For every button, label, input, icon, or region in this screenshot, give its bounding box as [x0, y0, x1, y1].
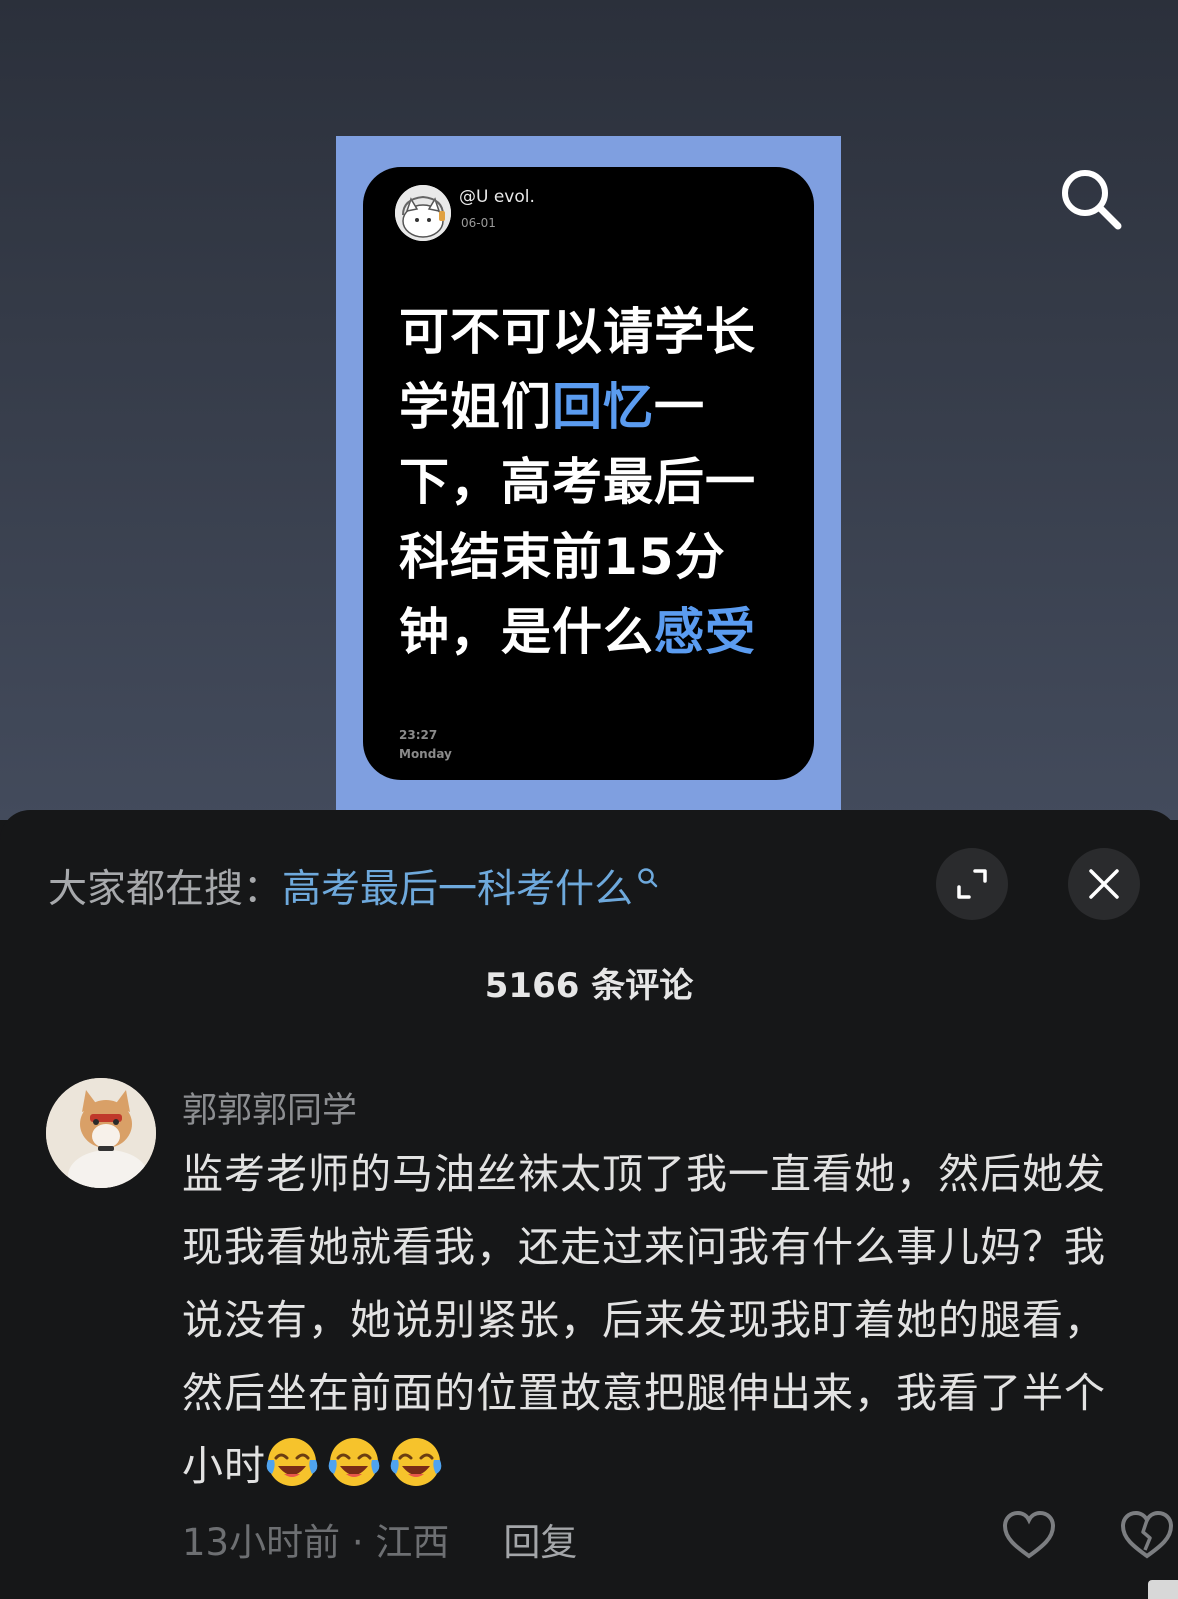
post-date: 06-01 [461, 216, 496, 230]
post-author-avatar [395, 185, 451, 241]
post-text-segment: 科结束前15分 [399, 528, 726, 586]
like-button[interactable] [1001, 1510, 1057, 1560]
comment-count: 5166 条评论 [484, 966, 694, 1006]
search-icon [1062, 170, 1122, 230]
comment-time-location: 13小时前 · 江西 [182, 1521, 450, 1564]
comment-meta: 13小时前 · 江西 回复 [182, 1512, 577, 1566]
close-icon [1089, 869, 1119, 899]
post-card: @U evol. 06-01 可不可以请学长 学姐们回忆一下，高考最后一 科结束前1… [363, 167, 814, 780]
post-text-segment: 可不可以请学长 [399, 303, 756, 361]
dislike-button[interactable] [1119, 1510, 1175, 1560]
laughing-tears-emoji [390, 1436, 442, 1488]
comments-panel: 大家都在搜： 高考最后一科考什么 5166 条评论 郭郭郭同学 监考老师的马油丝… [0, 810, 1178, 1599]
comment-body: 监考老师的马油丝袜太顶了我一直看她，然后她发现我看她就看我，还走过来问我有什么事… [182, 1150, 1106, 1490]
reply-button[interactable]: 回复 [503, 1512, 577, 1566]
search-suggestion[interactable]: 大家都在搜： 高考最后一科考什么 [48, 858, 659, 914]
post-username: @U evol. [459, 187, 535, 207]
avatar[interactable] [46, 1078, 156, 1188]
search-button[interactable] [1055, 163, 1127, 235]
search-suggestion-query[interactable]: 高考最后一科考什么 [282, 858, 633, 914]
expand-icon [957, 869, 987, 899]
laughing-tears-emoji [328, 1436, 380, 1488]
broken-heart-icon [1120, 1510, 1174, 1559]
emoji-group [266, 1438, 452, 1490]
post-time: 23:27 [399, 728, 438, 742]
search-suggestion-prefix: 大家都在搜： [48, 867, 283, 912]
post-day: Monday [399, 747, 452, 761]
highlight-text: 回忆 [552, 378, 654, 436]
post-text-segment: 钟，是什么 [399, 603, 654, 661]
post-text-segment: 一 [654, 378, 705, 436]
comment-text: 监考老师的马油丝袜太顶了我一直看她，然后她发现我看她就看我，还走过来问我有什么事… [182, 1138, 1142, 1503]
video-area[interactable]: @U evol. 06-01 可不可以请学长 学姐们回忆一下，高考最后一 科结束前1… [0, 0, 1178, 820]
post-image: @U evol. 06-01 可不可以请学长 学姐们回忆一下，高考最后一 科结束前1… [336, 136, 841, 812]
comment-author[interactable]: 郭郭郭同学 [182, 1082, 357, 1133]
expand-button[interactable] [936, 848, 1008, 920]
post-text: 可不可以请学长 学姐们回忆一下，高考最后一 科结束前15分 钟，是什么感受 [399, 295, 799, 670]
laughing-tears-emoji [266, 1436, 318, 1488]
close-button[interactable] [1068, 848, 1140, 920]
post-text-segment: 下，高考最后一 [399, 453, 756, 511]
watermark [1148, 1580, 1178, 1599]
heart-icon [1002, 1510, 1056, 1559]
search-icon [638, 868, 658, 888]
post-text-segment: 学姐们 [399, 378, 552, 436]
highlight-text: 感受 [654, 603, 756, 661]
